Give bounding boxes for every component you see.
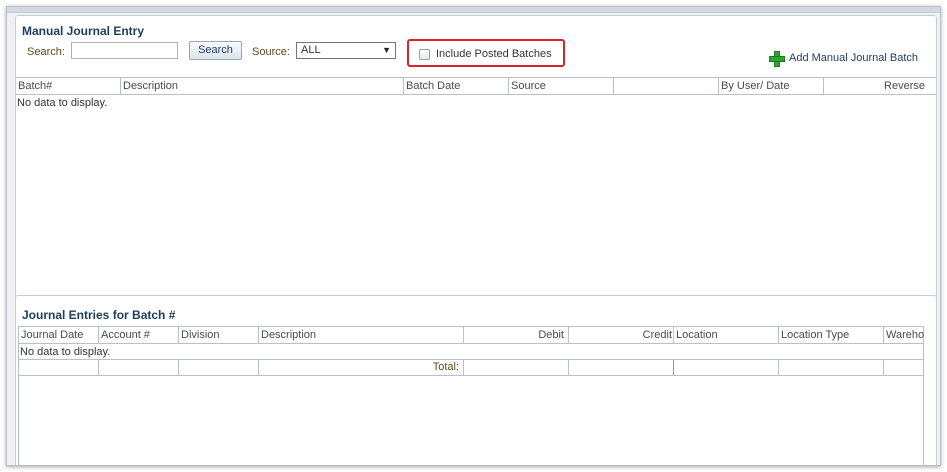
col-blank[interactable] xyxy=(614,78,719,94)
journal-entries-table: Journal Date Account # Division Descript… xyxy=(18,326,924,465)
total-cell-journal-date xyxy=(19,360,99,375)
chevron-down-icon[interactable]: ▼ xyxy=(382,43,391,58)
search-label: Search: xyxy=(27,46,65,58)
add-batch-label[interactable]: Add Manual Journal Batch xyxy=(789,52,918,64)
col-batch-date[interactable]: Batch Date xyxy=(404,78,509,94)
include-posted-checkbox[interactable] xyxy=(419,49,430,60)
window-frame: Manual Journal Entry Search: Search Sour… xyxy=(6,6,941,466)
batch-table-header: Batch# Description Batch Date Source By … xyxy=(16,78,936,95)
total-debit xyxy=(464,360,569,375)
total-cell-location xyxy=(674,360,779,375)
col-warehouse[interactable]: Wareho xyxy=(884,327,924,343)
journal-entries-header: Journal Date Account # Division Descript… xyxy=(19,327,924,344)
total-credit xyxy=(569,360,674,375)
search-button[interactable]: Search xyxy=(189,41,242,60)
total-cell-division xyxy=(179,360,259,375)
source-select-value: ALL xyxy=(301,44,321,56)
journal-empty-message: No data to display. xyxy=(20,346,111,358)
batch-table: Batch# Description Batch Date Source By … xyxy=(16,77,936,299)
top-strip xyxy=(7,7,940,13)
source-label: Source: xyxy=(252,46,290,58)
plus-icon[interactable] xyxy=(769,51,785,67)
page-title: Manual Journal Entry xyxy=(22,24,145,38)
total-row: Total: xyxy=(19,359,923,376)
col-journal-date[interactable]: Journal Date xyxy=(19,327,99,343)
col-account-number[interactable]: Account # xyxy=(99,327,179,343)
col-location[interactable]: Location xyxy=(674,327,779,343)
journal-entries-title: Journal Entries for Batch # xyxy=(22,308,176,322)
col-location-type[interactable]: Location Type xyxy=(779,327,884,343)
journal-entries-panel: Journal Entries for Batch # Journal Date… xyxy=(15,295,937,465)
manual-journal-entry-panel: Manual Journal Entry Search: Search Sour… xyxy=(15,15,937,300)
total-cell-account xyxy=(99,360,179,375)
include-posted-label[interactable]: Include Posted Batches xyxy=(436,48,552,60)
search-input[interactable] xyxy=(71,42,178,59)
source-select[interactable]: ALL ▼ xyxy=(296,42,396,59)
include-posted-highlight: Include Posted Batches xyxy=(407,39,565,67)
total-cell-location-type xyxy=(779,360,884,375)
col-batch-number[interactable]: Batch# xyxy=(16,78,121,94)
col-je-description[interactable]: Description xyxy=(259,327,464,343)
col-by-user-date[interactable]: By User/ Date xyxy=(719,78,824,94)
col-description[interactable]: Description xyxy=(121,78,404,94)
col-reverse[interactable]: Reverse xyxy=(824,78,929,94)
batch-empty-message: No data to display. xyxy=(17,97,108,109)
total-label: Total: xyxy=(259,360,464,375)
col-credit[interactable]: Credit xyxy=(569,327,674,343)
total-cell-warehouse xyxy=(884,360,924,375)
col-division[interactable]: Division xyxy=(179,327,259,343)
col-source[interactable]: Source xyxy=(509,78,614,94)
col-debit[interactable]: Debit xyxy=(464,327,569,343)
